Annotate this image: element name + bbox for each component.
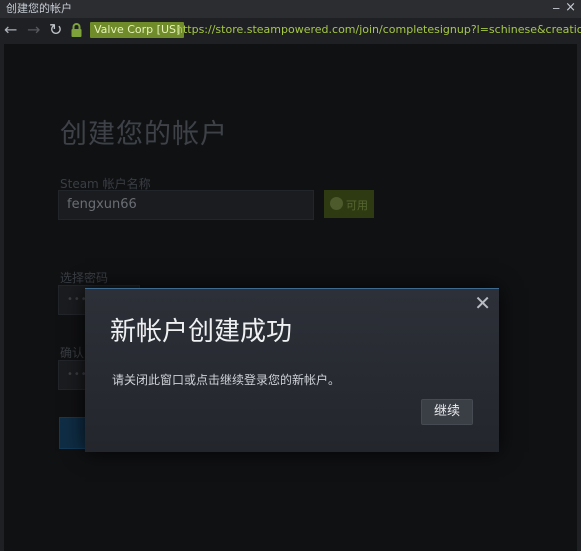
success-dialog: ✕ 新帐户创建成功 请关闭此窗口或点击继续登录您的新帐户。 继续 (85, 288, 499, 452)
dialog-title: 新帐户创建成功 (110, 317, 293, 347)
dialog-message: 请关闭此窗口或点击继续登录您的新帐户。 (112, 373, 341, 387)
username-value: fengxun66 (67, 197, 137, 212)
minimize-button[interactable]: ‒ (552, 2, 560, 14)
reload-icon[interactable]: ↻ (49, 21, 62, 39)
dialog-close-icon[interactable]: ✕ (474, 292, 491, 314)
username-field[interactable]: fengxun66 (58, 190, 314, 220)
title-bar: 创建您的帐户 ‒ × (0, 0, 581, 18)
continue-button[interactable]: 继续 (421, 399, 473, 425)
page-title: 创建您的帐户 (60, 119, 228, 150)
check-icon (330, 197, 343, 210)
availability-label: 可用 (346, 199, 368, 212)
availability-badge: 可用 (324, 190, 374, 218)
window-title: 创建您的帐户 (6, 2, 72, 15)
browser-window: 创建您的帐户 ‒ × ← → ↻ Valve Corp [US] https:/… (0, 0, 581, 551)
navigation-bar: ← → ↻ Valve Corp [US] https://store.stea… (0, 18, 581, 42)
password-label: 选择密码 (60, 271, 109, 285)
lock-icon (70, 23, 83, 42)
confirm-password-label: 确认 (60, 346, 85, 360)
certificate-badge[interactable]: Valve Corp [US] (90, 22, 185, 38)
window-close-button[interactable]: × (565, 1, 576, 15)
url-bar[interactable]: https://store.steampowered.com/join/comp… (176, 23, 581, 37)
back-icon[interactable]: ← (4, 21, 17, 39)
forward-icon[interactable]: → (27, 21, 40, 39)
